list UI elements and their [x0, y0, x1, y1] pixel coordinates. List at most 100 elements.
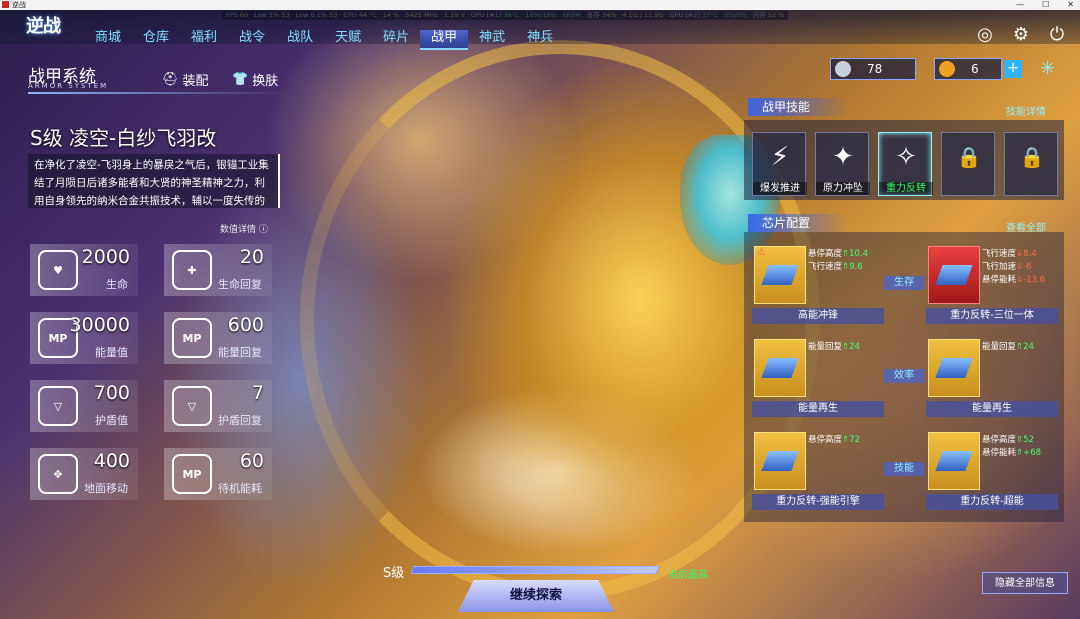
skill-slot-locked[interactable]: 🔒 [941, 132, 995, 196]
close-icon[interactable]: ✕ [1067, 0, 1074, 10]
nav-tab[interactable]: 福利 [180, 30, 228, 50]
stat-card: MP 30000 能量值 [30, 312, 138, 364]
grade-max-label: 当前最高 [668, 570, 708, 581]
armor-description: 在净化了凌空-飞羽身上的暴戾之气后，银锚工业集结了月陨日后诸多能者和大贤的神圣精… [28, 154, 280, 208]
nav-tab[interactable]: 仓库 [132, 30, 180, 50]
maximize-icon[interactable]: ☐ [1042, 0, 1049, 10]
stat-card: ✚ 20 生命回复 [164, 244, 272, 296]
chip-name: 能量再生 [752, 401, 884, 417]
chip-stat-value: ⇑10.4 [842, 249, 869, 259]
stat-card: MP 600 能量回复 [164, 312, 272, 364]
chip-stat-row: 能量回复⇑24 [982, 341, 1034, 354]
stat-label: 待机能耗 [218, 482, 262, 495]
skill-slot[interactable]: ⚡ 爆发推进 [752, 132, 807, 196]
stat-icon: MP [172, 454, 212, 494]
chip-stat-value: ⇓8.4 [1016, 249, 1037, 259]
nav-tab[interactable]: 战队 [276, 30, 324, 50]
window-title: 逆战 [12, 1, 26, 9]
game-logo: 逆战 [26, 16, 61, 37]
chip-stat-value: ⇑72 [842, 435, 860, 445]
chip-slot[interactable]: 悬停高度⇑10.4飞行速度⇑9.6高能冲锋 [752, 240, 884, 326]
stat-label: 地面移动 [84, 482, 128, 495]
grade-progress-bar [410, 566, 660, 574]
chip-stat-value: ⇑24 [1016, 342, 1034, 352]
skill-label: 原力冲坠 [816, 182, 870, 195]
stat-card: MP 60 待机能耗 [164, 448, 272, 500]
skills-detail-link[interactable]: 技能详情 [1006, 103, 1046, 118]
sparkle-icon[interactable]: ✳ [1040, 58, 1055, 79]
skin-button[interactable]: 👕 换肤 [232, 70, 278, 89]
stat-icon: ♥ [38, 250, 78, 290]
chip-row-tag-efficiency: 效率 [884, 369, 924, 383]
stat-card: ▽ 7 护盾回复 [164, 380, 272, 432]
chip-slot[interactable]: 飞行速度⇓8.4飞行加速⇓-6悬停能耗⇓-13.6重力反转-三位一体 [926, 240, 1058, 326]
skill-slot-locked[interactable]: 🔒 [1004, 132, 1058, 196]
chip-stat-label: 飞行速度 [982, 249, 1017, 259]
chip-stats: 能量回复⇑24 [982, 341, 1034, 354]
chip-stat-value: ⇑9.6 [842, 262, 863, 272]
chip-stat-row: 飞行加速⇓-6 [982, 261, 1045, 274]
silver-coin-icon [835, 61, 851, 77]
stat-value: 60 [239, 450, 264, 472]
chip-stat-value: ⇓-6 [1016, 262, 1032, 272]
armor-halo-art [300, 40, 820, 600]
nav-tab[interactable]: 神兵 [516, 30, 564, 50]
skill-icon: ✧ [895, 142, 917, 172]
chip-slot[interactable]: 悬停高度⇑52 悬停能耗⇑+68 重力反转-超能 [926, 426, 1058, 512]
chip-stat-row: 悬停高度⇑10.4 [808, 248, 868, 261]
nav-tab[interactable]: 神武 [468, 30, 516, 50]
chip-row-tag-skill: 技能 [884, 462, 924, 476]
chip-name: 重力反转-超能 [926, 494, 1058, 510]
lock-icon: 🔒 [956, 145, 982, 169]
chip-stat-row: 悬停高度⇑72 [808, 434, 860, 447]
minimize-icon[interactable]: — [1016, 0, 1024, 10]
add-currency-button[interactable]: + [1004, 60, 1022, 78]
chip-image [928, 246, 980, 304]
top-navigation: 逆战 商城 仓库 福利 战令 战队 天赋 碎片 战甲 神武 神兵 ◎ ⚙ ⏻ [0, 10, 1080, 50]
chip-stats: 悬停高度⇑52 悬停能耗⇑+68 [982, 434, 1041, 460]
nav-tab[interactable]: 天赋 [324, 30, 372, 50]
hide-all-info-button[interactable]: 隐藏全部信息 [982, 572, 1068, 594]
equip-button[interactable]: ⛑ 装配 [162, 70, 209, 89]
chip-name: 重力反转-强能引擎 [752, 494, 884, 510]
skill-slot[interactable]: ✦ 原力冲坠 [815, 132, 870, 196]
chip-stat-row: 悬停能耗⇓-13.6 [982, 274, 1045, 287]
grade-progress-fill [411, 567, 659, 573]
chip-stat-label: 飞行加速 [982, 262, 1017, 272]
stat-detail-link[interactable]: 数值详情 ⓘ [220, 222, 268, 235]
chip-stat-label: 飞行速度 [808, 262, 843, 272]
chip-slot[interactable]: 能量回复⇑24 能量再生 [752, 333, 884, 419]
chip-image [754, 339, 806, 397]
gear-icon[interactable]: ⚙ [1010, 24, 1032, 46]
skill-slot[interactable]: ✧ 重力反转 [878, 132, 933, 196]
nav-tabs: 商城 仓库 福利 战令 战队 天赋 碎片 战甲 神武 神兵 [84, 30, 564, 54]
chip-image [928, 432, 980, 490]
chip-slot[interactable]: 悬停高度⇑72 重力反转-强能引擎 [752, 426, 884, 512]
info-icon: ⓘ [258, 225, 268, 235]
currency-gold: 6 [934, 58, 1002, 80]
power-icon[interactable]: ⏻ [1046, 24, 1068, 46]
helmet-icon: ⛑ [162, 72, 179, 87]
nav-tab[interactable]: 战令 [228, 30, 276, 50]
chip-stats: 悬停高度⇑72 [808, 434, 860, 447]
continue-explore-button[interactable]: 继续探索 [458, 580, 614, 612]
nav-tab[interactable]: 战甲 [420, 30, 469, 50]
chips-header: 芯片配置 [748, 214, 848, 232]
chip-stats: 能量回复⇑24 [808, 341, 860, 354]
nav-tab[interactable]: 商城 [84, 30, 132, 50]
skill-icon: ✦ [832, 142, 854, 172]
stat-icon: ✥ [38, 454, 78, 494]
stat-label: 能量回复 [218, 346, 262, 359]
skills-header: 战甲技能 [748, 98, 848, 116]
chip-slot[interactable]: 能量回复⇑24 能量再生 [926, 333, 1058, 419]
stat-label: 护盾回复 [218, 414, 262, 427]
radar-icon[interactable]: ◎ [974, 24, 996, 46]
nav-tab[interactable]: 碎片 [372, 30, 420, 50]
chip-stat-row: 能量回复⇑24 [808, 341, 860, 354]
chip-stat-value: ⇓-13.6 [1016, 275, 1046, 285]
grade-label: S级 [383, 566, 405, 581]
chip-stat-label: 悬停能耗 [982, 448, 1017, 458]
chip-stat-label: 能量回复 [808, 342, 843, 352]
system-subtitle: ARMOR SYSTEM [28, 82, 109, 90]
stat-icon: ▽ [38, 386, 78, 426]
